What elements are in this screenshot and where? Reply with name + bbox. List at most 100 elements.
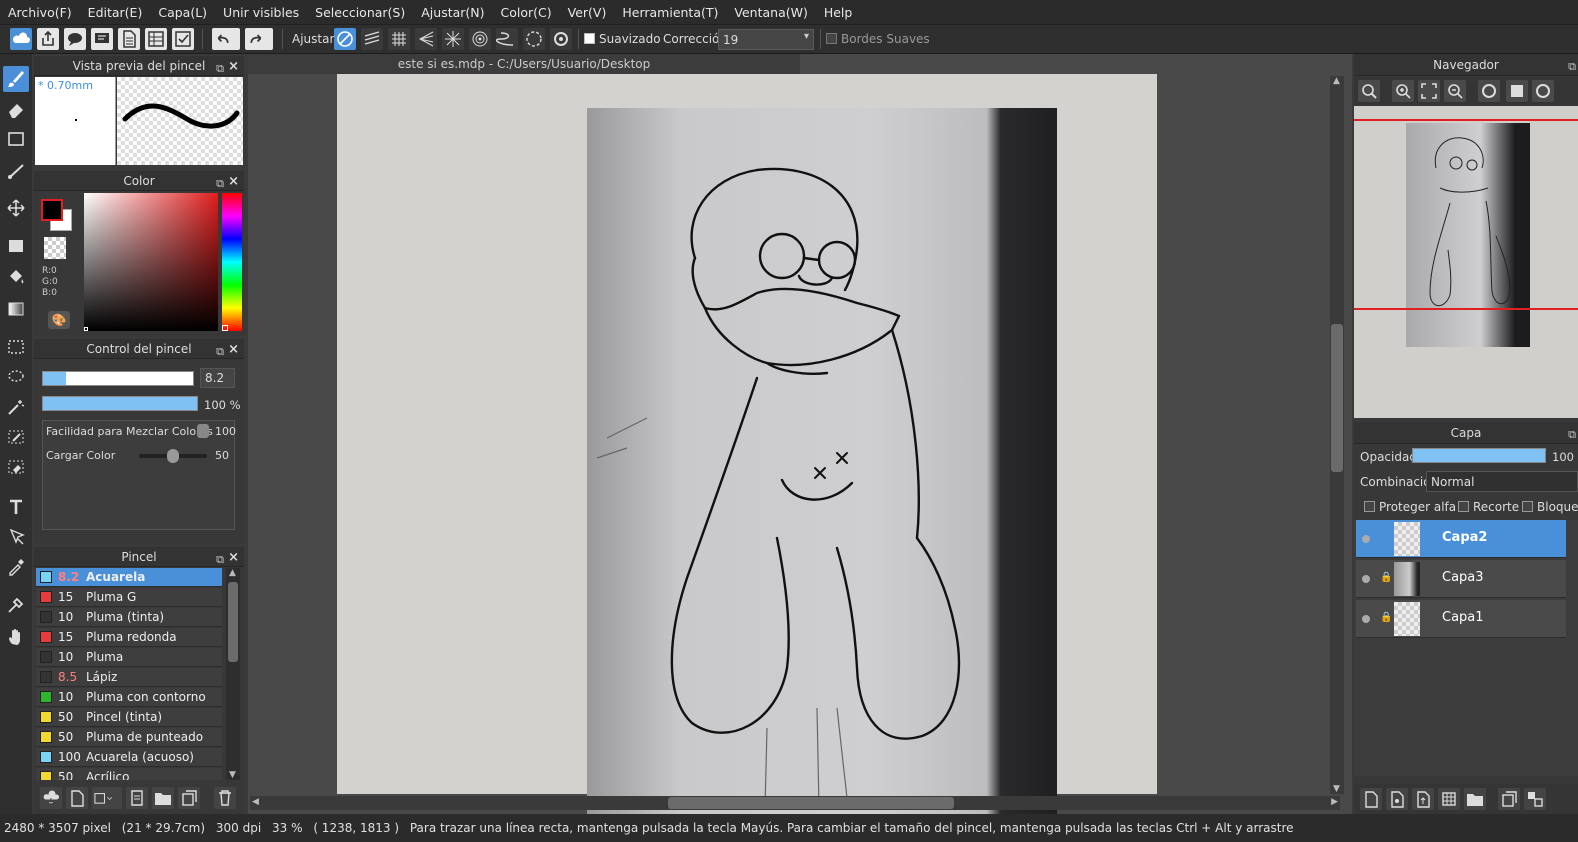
copy-brush-icon[interactable] [126,787,148,809]
smoothing-checkbox[interactable]: Suavizado [584,32,661,46]
parallel-snap-icon[interactable] [361,28,383,50]
brush-list-item[interactable]: 10 Pluma con contorno [36,688,222,707]
curve-snap-icon[interactable] [496,28,518,50]
snap-off-icon[interactable] [334,28,356,50]
picker-tool-icon[interactable] [3,592,29,618]
duplicate-icon[interactable] [178,787,200,809]
menu-unir-visibles[interactable]: Unir visibles [215,5,307,20]
lasso-tool-icon[interactable] [3,364,29,390]
grid-snap-icon[interactable] [388,28,410,50]
menu-color[interactable]: Color(C) [493,5,560,20]
close-icon[interactable]: × [228,340,239,360]
menu-herramienta[interactable]: Herramienta(T) [614,5,726,20]
brush-list-item[interactable]: 15 Pluma G [36,588,222,607]
scroll-thumb[interactable] [1331,324,1343,472]
ellipse-snap-icon[interactable] [523,28,545,50]
comment-icon[interactable] [91,28,113,50]
popout-icon[interactable]: ⧉ [216,550,224,570]
snap-settings-icon[interactable] [550,28,572,50]
document-icon[interactable] [118,28,140,50]
layer-opacity-slider[interactable] [1412,448,1546,463]
brush-list-item[interactable]: 15 Pluma redonda [36,628,222,647]
undo-icon[interactable] [212,28,240,50]
correction-select[interactable]: 19 ▾ [718,29,814,50]
tone-layer-icon[interactable] [1438,788,1460,810]
menu-help[interactable]: Help [816,5,861,20]
menu-archivo[interactable]: Archivo(F) [0,5,80,20]
brush-menu-icon[interactable] [92,787,122,809]
saturation-value-picker[interactable] [84,193,218,331]
eyedropper-tool-icon[interactable] [3,554,29,580]
folder-icon[interactable] [152,787,174,809]
popout-icon[interactable]: ⧉ [1568,424,1576,446]
brush-list-item[interactable]: 100 Acuarela (acuoso) [36,748,222,767]
brush-list-item[interactable]: 10 Pluma (tinta) [36,608,222,627]
select-eraser-tool-icon[interactable] [3,454,29,480]
eye-icon[interactable] [1362,575,1370,583]
cloud-icon[interactable] [10,28,32,50]
panel-layout-icon[interactable] [145,28,167,50]
close-icon[interactable]: × [228,57,239,77]
rectangle-tool-icon[interactable] [3,126,29,152]
reset-view-icon[interactable] [1506,80,1528,102]
trash-icon[interactable] [214,787,236,809]
vanishing-snap-icon[interactable] [415,28,437,50]
brush-size-slider[interactable] [42,371,194,386]
text-tool-icon[interactable] [3,494,29,520]
hue-slider[interactable] [222,193,242,331]
horizontal-scrollbar[interactable]: ◀ ▶ [250,796,1340,810]
fill-rect-tool-icon[interactable] [3,233,29,259]
line-tool-icon[interactable] [3,158,29,184]
hand-tool-icon[interactable] [3,624,29,650]
fit-window-icon[interactable] [1418,80,1440,102]
lock-checkbox[interactable]: Bloque [1522,500,1578,514]
scroll-thumb[interactable] [668,797,954,809]
brush-opacity-slider[interactable] [42,396,198,411]
redo-icon[interactable] [245,28,273,50]
scroll-up-icon[interactable]: ▲ [229,568,236,578]
scroll-right-icon[interactable]: ▶ [1331,797,1338,807]
select-pen-tool-icon[interactable] [3,424,29,450]
checklist-icon[interactable] [172,28,194,50]
layer-row[interactable]: 🔒 Capa3 [1356,560,1566,598]
panel-divide-tool-icon[interactable] [3,524,29,550]
concentric-snap-icon[interactable] [469,28,491,50]
palette-icon[interactable]: 🎨 [48,311,70,329]
brush-list-item[interactable]: 50 Pincel (tinta) [36,708,222,727]
brush-list-item[interactable]: 50 Acrílico [36,768,222,780]
eye-icon[interactable] [1362,615,1370,623]
menu-editar[interactable]: Editar(E) [80,5,151,20]
menu-seleccionar[interactable]: Seleccionar(S) [307,5,413,20]
menu-ajustar[interactable]: Ajustar(N) [413,5,492,20]
popout-icon[interactable]: ⧉ [1568,56,1576,78]
load-color-handle[interactable] [167,449,179,463]
close-icon[interactable]: × [228,548,239,568]
lock-icon[interactable]: 🔒 [1380,572,1392,583]
brush-list-item[interactable]: 8.2 Acuarela [36,568,222,587]
layer-row[interactable]: 🔒 Capa1 [1356,600,1566,638]
navigator-preview[interactable] [1354,106,1578,418]
brush-list-item[interactable]: 10 Pluma [36,648,222,667]
load-color-slider[interactable] [139,449,207,463]
vertical-scrollbar[interactable]: ▲ ▼ [1330,76,1344,794]
magic-wand-tool-icon[interactable] [3,394,29,420]
menu-ver[interactable]: Ver(V) [560,5,615,20]
lock-icon[interactable]: 🔒 [1380,612,1392,623]
move-tool-icon[interactable] [3,195,29,221]
bucket-tool-icon[interactable] [3,264,29,290]
soft-edges-checkbox[interactable]: Bordes Suaves [826,32,930,46]
new-halftone-layer-icon[interactable] [1386,788,1408,810]
scroll-down-icon[interactable]: ▼ [1333,784,1340,794]
new-brush-icon[interactable] [66,787,88,809]
protect-alpha-checkbox[interactable]: Proteger alfa [1364,500,1456,514]
rotate-right-icon[interactable] [1532,80,1554,102]
mix-slider-handle[interactable] [197,424,209,438]
new-layer-icon[interactable] [1360,788,1382,810]
cloud-brush-icon[interactable] [40,787,62,809]
transparent-color-swatch[interactable] [44,237,66,259]
canvas-paper[interactable] [337,74,1157,814]
share-icon[interactable] [37,28,59,50]
brush-list-item[interactable]: 8.5 Lápiz [36,668,222,687]
scroll-thumb[interactable] [228,582,238,662]
merge-layer-icon[interactable] [1524,788,1546,810]
